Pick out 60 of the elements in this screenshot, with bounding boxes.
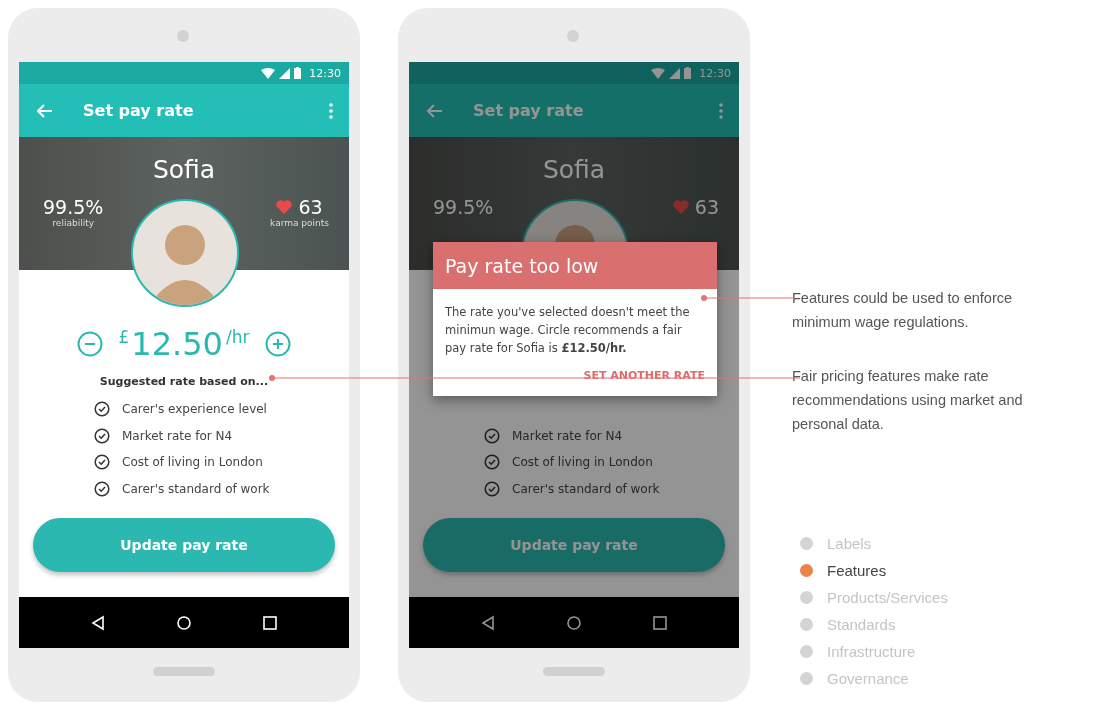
wifi-icon — [261, 67, 276, 79]
back-triangle-icon[interactable] — [480, 614, 495, 631]
heart-icon — [672, 200, 689, 214]
reliability-value: 99.5% — [43, 196, 104, 218]
pay-rate: $^{£}$12.50$^{/hr}$ — [118, 325, 250, 363]
back-triangle-icon[interactable] — [90, 614, 105, 631]
home-button-icon — [543, 667, 605, 676]
battery-icon — [684, 67, 692, 79]
minus-icon[interactable] — [76, 331, 103, 357]
signal-icon — [279, 67, 291, 79]
speaker-icon — [177, 30, 189, 42]
recents-icon[interactable] — [263, 615, 278, 630]
update-button[interactable]: Update pay rate — [33, 518, 335, 572]
legend-label: Standards — [827, 616, 896, 633]
dialog-title: Pay rate too low — [433, 242, 717, 289]
home-icon[interactable] — [566, 614, 582, 631]
legend-label: Infrastructure — [827, 643, 916, 660]
check-circle-icon — [94, 427, 110, 444]
check-circle-icon — [94, 401, 110, 418]
battery-icon — [294, 67, 302, 79]
screen-title: Set pay rate — [83, 101, 195, 120]
legend-label: Products/Services — [827, 589, 948, 606]
check-circle-icon — [484, 427, 500, 444]
karma-value: 63 — [694, 196, 719, 218]
check-circle-icon — [94, 480, 110, 497]
check-circle-icon — [484, 454, 500, 471]
plus-icon[interactable] — [265, 331, 292, 357]
legend-label: Labels — [827, 535, 872, 552]
screen-title: Set pay rate — [473, 101, 585, 120]
update-button[interactable]: Update pay rate — [423, 518, 725, 572]
legend-label: Features — [827, 562, 887, 579]
reliability-value: 99.5% — [433, 196, 494, 218]
profile-name: Sofia — [541, 155, 607, 184]
criterion-text: Carer's experience level — [122, 402, 267, 417]
karma-label: karma points — [270, 218, 329, 228]
home-icon[interactable] — [176, 614, 192, 631]
signal-icon — [669, 67, 681, 79]
status-time: 12:30 — [699, 66, 731, 80]
criterion-text: Carer's standard of work — [122, 481, 270, 496]
speaker-icon — [567, 30, 579, 42]
check-circle-icon — [94, 454, 110, 471]
dialog-message: The rate you've selected doesn't meet the minimun wage. Circle recommends a fair pay rate for Sofia is £12.50/hr. — [444, 304, 691, 357]
legend-label: Governance — [827, 670, 909, 687]
annotation-text: Features could be used to enforce minimum wage regulations. — [792, 289, 1014, 332]
criterion-text: Carer's standard of work — [512, 481, 660, 496]
check-circle-icon — [484, 480, 500, 497]
criterion-text: Market rate for N4 — [512, 428, 623, 443]
karma-value: 63 — [298, 196, 323, 218]
reliability-label: reliability — [52, 218, 94, 228]
suggestion-heading: Suggested rate based on... — [99, 375, 269, 388]
set-rate-button[interactable]: SET ANOTHER RATE — [583, 369, 705, 382]
annotation-text: Fair pricing features make rate recommendations using market and personal data. — [792, 367, 1024, 434]
wifi-icon — [651, 67, 666, 79]
heart-icon — [276, 200, 293, 214]
status-time: 12:30 — [309, 66, 341, 80]
criterion-text: Cost of living in London — [512, 455, 653, 470]
criterion-text: Cost of living in London — [122, 455, 263, 470]
profile-name: Sofia — [151, 155, 217, 184]
home-button-icon — [153, 667, 215, 676]
criterion-text: Market rate for N4 — [122, 428, 233, 443]
